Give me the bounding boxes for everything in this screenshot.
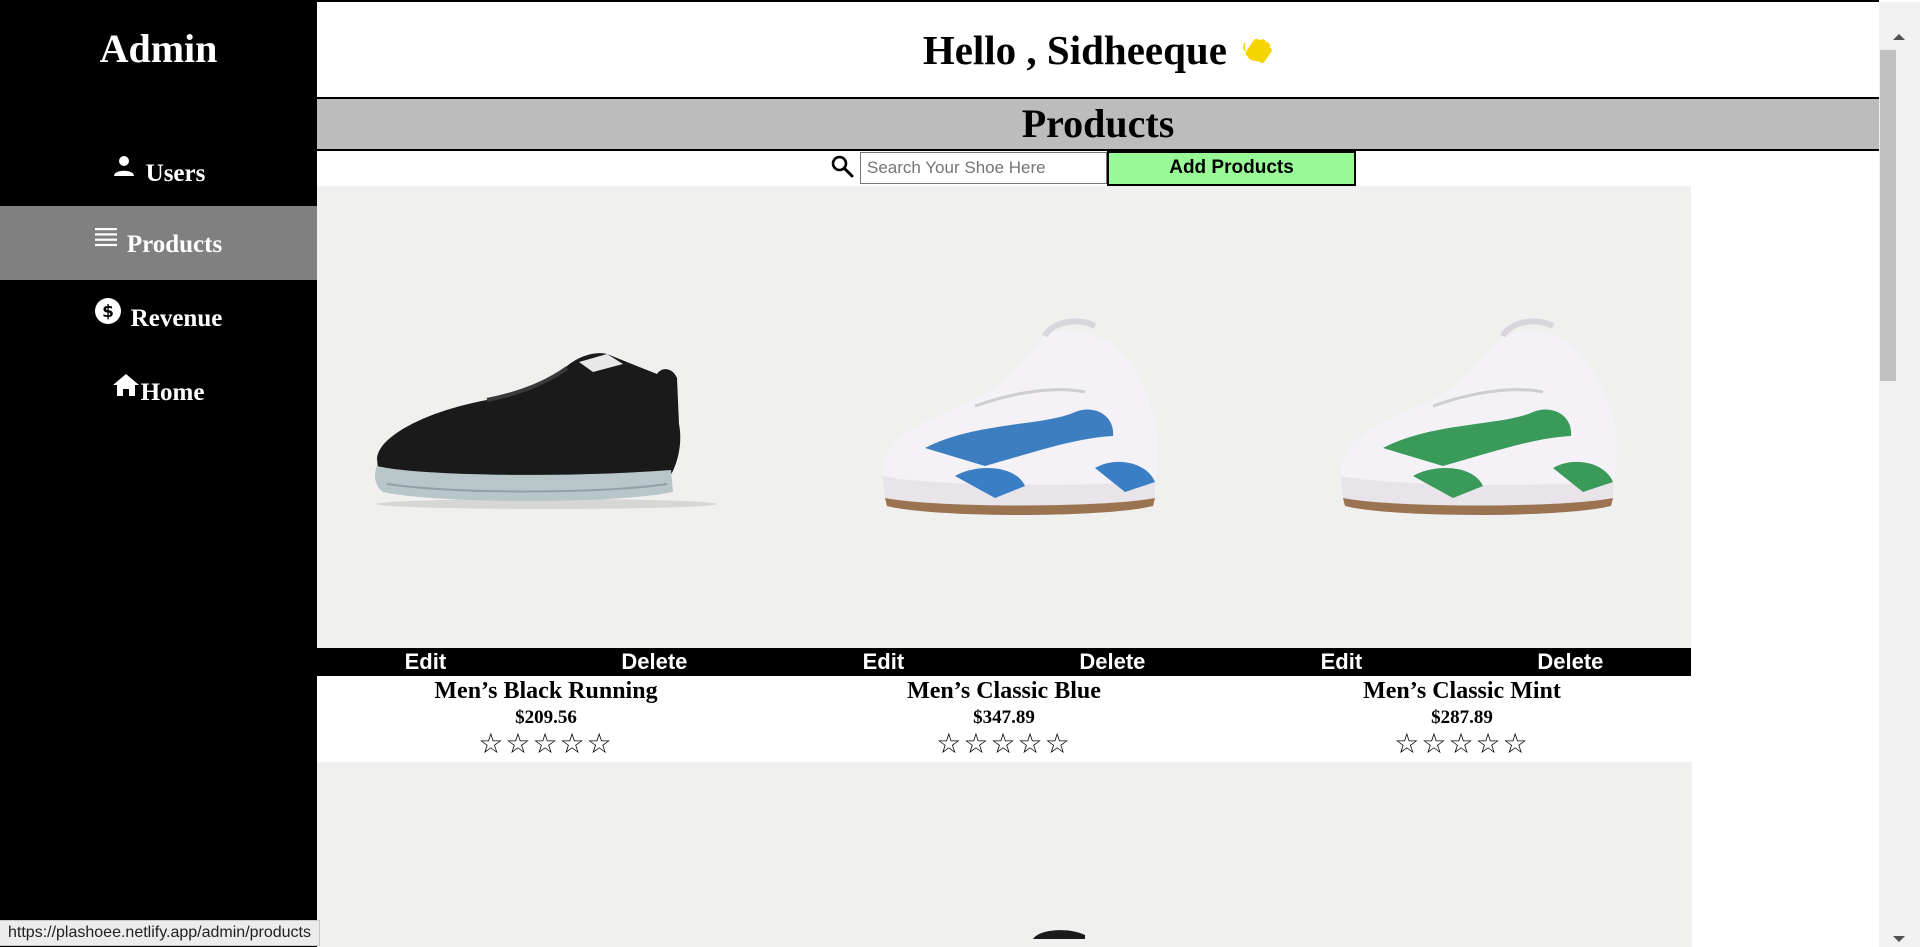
- sidebar-item-label: Users: [145, 160, 206, 187]
- rating-stars[interactable]: ☆☆☆☆☆: [1233, 729, 1691, 759]
- top-border: [317, 0, 1879, 2]
- product-actions: Edit Delete: [1233, 648, 1691, 676]
- product-image[interactable]: [317, 186, 775, 648]
- sidebar-item-users[interactable]: Users: [0, 135, 317, 209]
- sidebar: Admin Users Products $ Revenue Home: [0, 0, 317, 947]
- list-icon: [94, 227, 117, 247]
- delete-button[interactable]: Delete: [1537, 649, 1603, 675]
- edit-button[interactable]: Edit: [405, 649, 447, 675]
- search-icon[interactable]: [830, 154, 854, 178]
- product-image[interactable]: [1029, 927, 1089, 939]
- sidebar-item-label: Products: [126, 231, 223, 258]
- edit-button[interactable]: Edit: [1321, 649, 1363, 675]
- product-actions: Edit Delete: [317, 648, 775, 676]
- delete-button[interactable]: Delete: [621, 649, 687, 675]
- sidebar-item-products[interactable]: Products: [0, 206, 317, 280]
- add-products-button[interactable]: Add Products: [1107, 150, 1356, 186]
- product-name: Men’s Classic Blue: [907, 678, 1101, 704]
- product-actions: Edit Delete: [775, 648, 1233, 676]
- person-icon: [112, 154, 136, 178]
- product-grid: Edit Delete Men’s Black Running $209.56 …: [317, 186, 1692, 947]
- product-toolbar: Add Products: [830, 150, 1356, 186]
- page-scrollbar[interactable]: [1879, 2, 1920, 947]
- product-card: [317, 762, 1692, 947]
- dollar-circle-icon: $: [94, 298, 121, 324]
- sidebar-item-label: Home: [140, 379, 205, 406]
- sidebar-item-home[interactable]: Home: [0, 354, 317, 428]
- rating-stars[interactable]: ☆☆☆☆☆: [775, 729, 1233, 759]
- search-input[interactable]: [860, 152, 1107, 184]
- status-bar-url: https://plashoee.netlify.app/admin/produ…: [0, 920, 320, 946]
- page-greeting: Hello , Sidheeque: [317, 22, 1879, 79]
- waving-hand-icon: [1243, 23, 1273, 79]
- product-card: Edit Delete Men’s Classic Mint $287.89 ☆…: [1233, 186, 1691, 762]
- delete-button[interactable]: Delete: [1079, 649, 1145, 675]
- greeting-text: Hello , Sidheeque: [922, 27, 1227, 73]
- product-image[interactable]: [775, 186, 1233, 648]
- product-card: Edit Delete Men’s Classic Blue $347.89 ☆…: [775, 186, 1233, 762]
- product-image[interactable]: [1233, 186, 1691, 648]
- scroll-up-icon[interactable]: [1893, 34, 1905, 40]
- svg-text:$: $: [102, 302, 114, 322]
- sidebar-item-revenue[interactable]: $ Revenue: [0, 280, 317, 354]
- scroll-down-icon[interactable]: [1893, 936, 1905, 942]
- product-card: Edit Delete Men’s Black Running $209.56 …: [317, 186, 775, 762]
- sidebar-brand: Admin: [99, 26, 218, 71]
- sidebar-item-label: Revenue: [130, 305, 223, 332]
- section-title: Products: [317, 97, 1879, 151]
- edit-button[interactable]: Edit: [863, 649, 905, 675]
- scrollbar-thumb[interactable]: [1880, 50, 1896, 381]
- product-name: Men’s Black Running: [434, 678, 658, 704]
- product-name: Men’s Classic Mint: [1363, 678, 1561, 704]
- rating-stars[interactable]: ☆☆☆☆☆: [317, 729, 775, 759]
- home-icon: [112, 373, 139, 397]
